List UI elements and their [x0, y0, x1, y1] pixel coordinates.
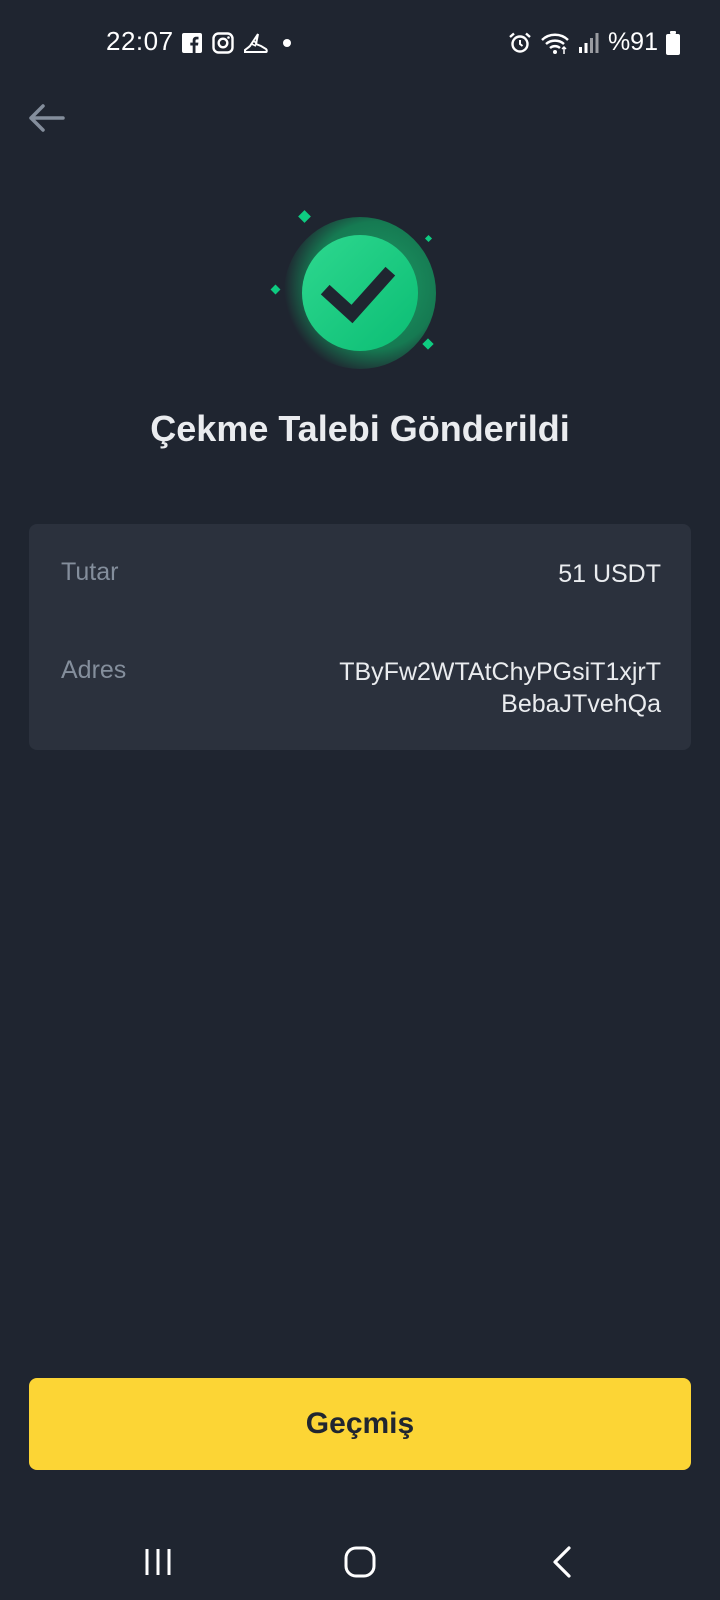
withdrawal-details-card: Tutar 51 USDT Adres TByFw2WTAtChyPGsiT1x…	[29, 524, 691, 750]
shoe-app-icon	[244, 32, 268, 54]
notification-dot-icon	[278, 34, 296, 52]
amount-value: 51 USDT	[558, 560, 661, 588]
home-button[interactable]	[330, 1540, 390, 1584]
amount-row: Tutar 51 USDT	[61, 558, 661, 590]
status-bar: 22:07 %91	[0, 0, 720, 88]
address-value: TByFw2WTAtChyPGsiT1xjrT BebaJTvehQa	[339, 656, 661, 720]
address-label: Adres	[61, 656, 127, 684]
success-illustration	[266, 206, 446, 376]
home-icon	[343, 1545, 377, 1579]
battery-icon	[666, 30, 680, 55]
wifi-icon	[540, 31, 570, 55]
address-row: Adres TByFw2WTAtChyPGsiT1xjrT BebaJTvehQ…	[61, 656, 661, 720]
status-left-icons	[182, 32, 296, 54]
address-line-2: BebaJTvehQa	[501, 690, 661, 718]
recents-button[interactable]	[128, 1540, 188, 1584]
back-icon	[550, 1545, 574, 1579]
alarm-icon	[508, 31, 532, 55]
history-button[interactable]: Geçmiş	[29, 1378, 691, 1470]
signal-icon	[578, 32, 600, 54]
amount-label: Tutar	[61, 558, 119, 586]
instagram-icon	[212, 32, 234, 54]
back-button[interactable]	[24, 96, 68, 140]
system-back-button[interactable]	[532, 1540, 592, 1584]
facebook-icon	[182, 33, 202, 53]
battery-percent: %91	[607, 28, 658, 56]
arrow-left-icon	[27, 103, 65, 133]
system-nav-bar	[0, 1520, 720, 1600]
status-time: 22:07	[106, 26, 174, 56]
check-circle-icon	[270, 210, 436, 369]
recents-icon	[142, 1546, 174, 1578]
page-title: Çekme Talebi Gönderildi	[150, 408, 570, 449]
status-right-icons: %91	[508, 28, 680, 57]
address-line-1: TByFw2WTAtChyPGsiT1xjrT	[339, 658, 661, 686]
